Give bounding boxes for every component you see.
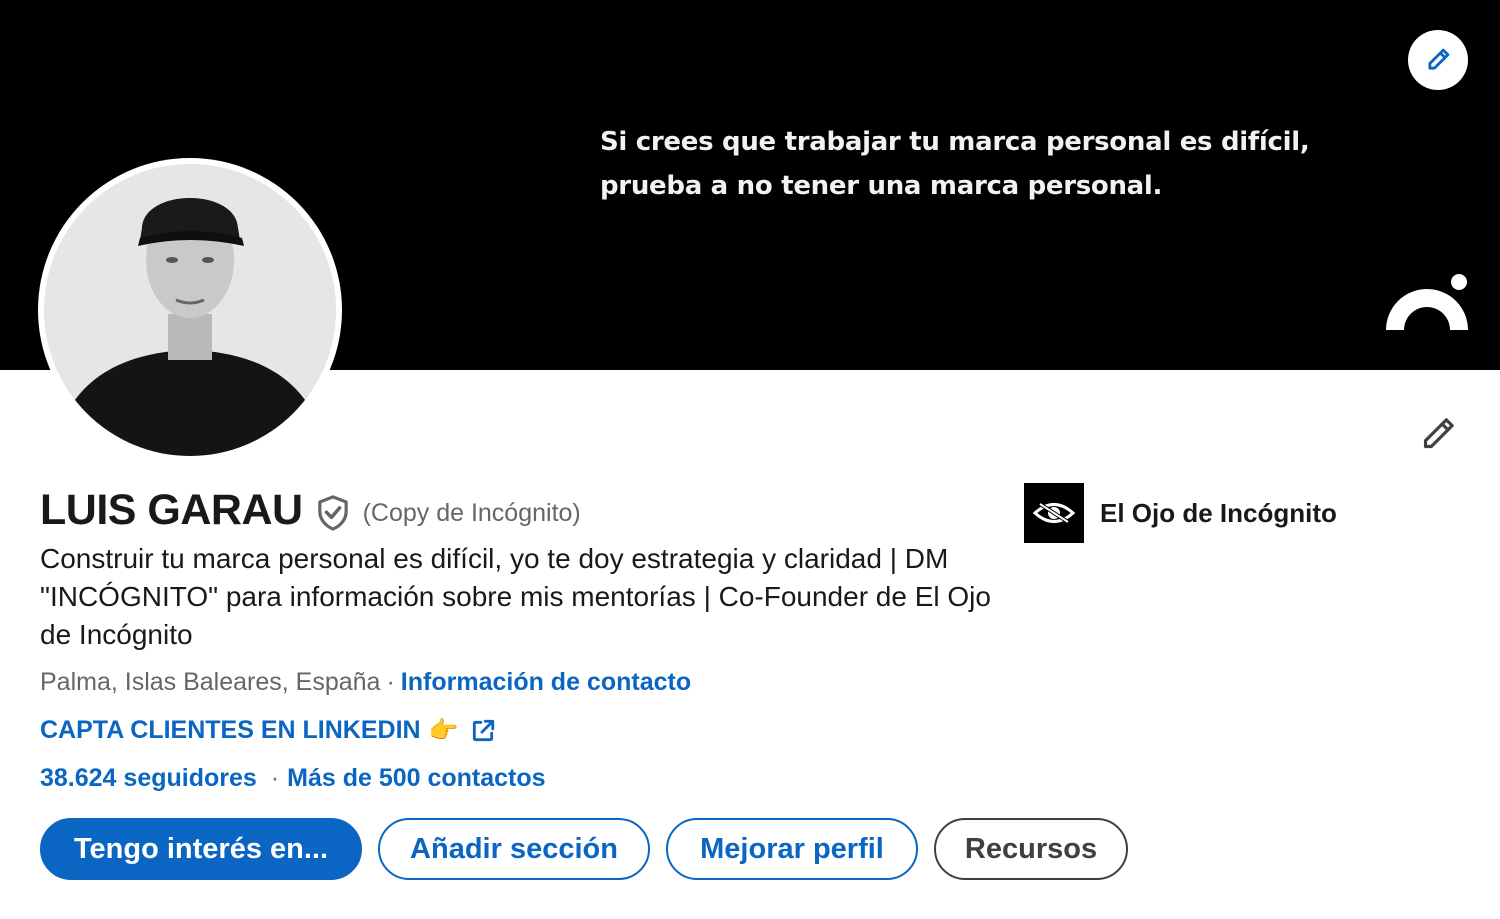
profile-photo[interactable] <box>38 158 342 462</box>
shield-check-icon[interactable] <box>315 494 351 532</box>
banner-quote-line: prueba a no tener una marca personal. <box>600 171 1163 201</box>
banner-quote-line: Si crees que trabajar tu marca personal … <box>600 127 1310 157</box>
pointing-hand-emoji: 👉 <box>428 717 459 744</box>
contact-info-link[interactable]: Información de contacto <box>401 668 691 696</box>
add-section-button[interactable]: Añadir sección <box>378 818 650 880</box>
current-company[interactable]: El Ojo de Incógnito <box>1024 483 1337 543</box>
edit-profile-button[interactable] <box>1410 406 1466 462</box>
location-row: Palma, Islas Baleares, España · Informació… <box>40 668 691 697</box>
pencil-icon <box>1428 48 1450 70</box>
profile-location: Palma, Islas Baleares, España <box>40 668 381 696</box>
brand-logo-icon <box>1386 274 1468 330</box>
website-link[interactable]: CAPTA CLIENTES EN LINKEDIN 👉 <box>40 716 496 745</box>
separator-dot: · <box>270 764 280 792</box>
profile-name: LUIS GARAU <box>40 486 303 534</box>
external-link-icon <box>470 718 496 744</box>
banner-quote: Si crees que trabajar tu marca personal … <box>600 120 1360 208</box>
name-row: LUIS GARAU (Copy de Incógnito) <box>40 486 581 535</box>
stats-row: 38.624 seguidores · Más de 500 contactos <box>40 764 546 793</box>
edit-banner-button[interactable] <box>1408 30 1468 90</box>
pencil-icon <box>1423 418 1454 449</box>
connections-link[interactable]: Más de 500 contactos <box>287 764 545 792</box>
company-name: El Ojo de Incógnito <box>1100 497 1337 528</box>
avatar-portrait <box>44 164 336 456</box>
enhance-profile-button[interactable]: Mejorar perfil <box>666 818 918 880</box>
open-to-button[interactable]: Tengo interés en... <box>40 818 362 880</box>
profile-headline: Construir tu marca personal es difícil, … <box>40 543 991 650</box>
resources-button[interactable]: Recursos <box>934 818 1128 880</box>
website-label: CAPTA CLIENTES EN LINKEDIN <box>40 716 421 744</box>
eye-logo-icon <box>1024 483 1084 543</box>
followers-link[interactable]: 38.624 seguidores <box>40 764 257 792</box>
profile-pronoun: (Copy de Incógnito) <box>362 499 581 527</box>
separator-dot: · <box>386 668 395 696</box>
avatar <box>44 164 336 456</box>
profile-actions: Tengo interés en... Añadir sección Mejor… <box>40 818 1144 880</box>
